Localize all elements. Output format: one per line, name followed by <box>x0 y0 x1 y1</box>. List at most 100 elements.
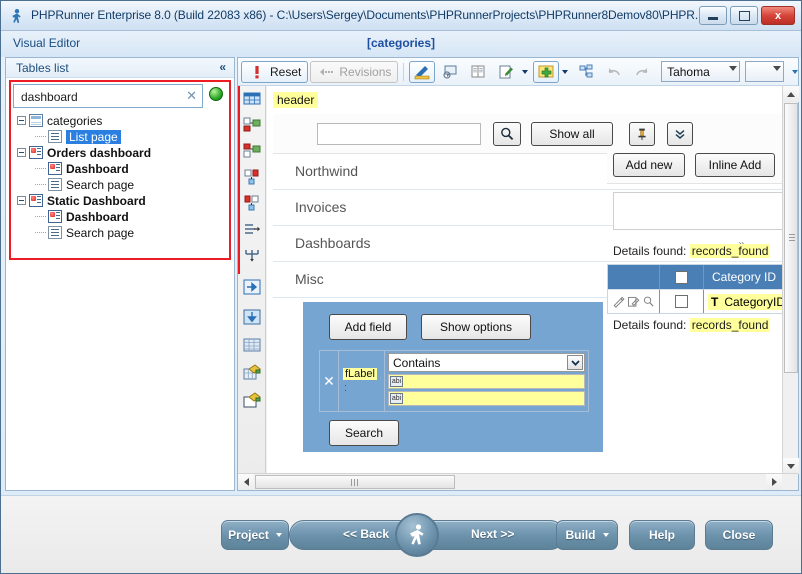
tree-item-list-page[interactable]: List page <box>17 128 227 144</box>
tables-filter-input[interactable] <box>19 86 183 108</box>
table-properties-icon[interactable] <box>243 336 261 354</box>
search-form-panel: Add field Show options ✕ fLabel : Contai… <box>303 302 603 452</box>
dashboard-icon <box>29 194 43 208</box>
back-button[interactable]: << Back <box>343 527 389 541</box>
expand-more-button[interactable] <box>667 122 693 146</box>
edit-dropdown-caret[interactable] <box>522 69 529 74</box>
field-type-indicator: T <box>711 294 719 309</box>
details-found-label-top: Details found: <box>613 244 687 258</box>
condition-select[interactable]: Contains <box>388 353 585 372</box>
font-size-caret[interactable] <box>773 66 781 71</box>
grid-header-category-id[interactable]: Category ID <box>704 265 786 289</box>
cell-color-icon[interactable] <box>243 364 261 382</box>
inline-add-button[interactable]: Inline Add <box>695 153 775 177</box>
insert-row-below-icon[interactable] <box>243 168 261 186</box>
tree-item-search-page[interactable]: Search page <box>17 176 227 192</box>
undo-button[interactable] <box>601 61 627 83</box>
tree-expander-icon[interactable] <box>17 116 26 126</box>
tree-item-dashboard[interactable]: Dashboard <box>17 160 227 176</box>
tables-list-panel: Tables list « ✕ categoriesList pageOrder… <box>5 57 235 491</box>
revisions-button[interactable]: Revisions <box>310 60 399 83</box>
insert-column-right-icon[interactable] <box>243 116 261 134</box>
show-options-button[interactable]: Show options <box>421 314 531 340</box>
close-button[interactable]: x <box>761 6 795 25</box>
style-editor-button[interactable] <box>409 60 436 83</box>
grid-layout-icon[interactable] <box>243 90 261 108</box>
horizontal-scroll-thumb[interactable] <box>255 475 455 489</box>
select-all-checkbox[interactable] <box>675 270 688 284</box>
tree-expander-icon[interactable] <box>17 148 26 158</box>
tree-item-static-dashboard[interactable]: Static Dashboard <box>17 192 227 208</box>
background-color-icon[interactable] <box>243 392 261 410</box>
move-right-icon[interactable] <box>243 278 261 296</box>
tree-item-dashboard[interactable]: Dashboard <box>17 208 227 224</box>
scroll-down-button[interactable] <box>783 458 799 474</box>
tree-expander-icon[interactable] <box>17 196 26 206</box>
vertical-scroll-thumb[interactable] <box>784 103 798 373</box>
show-all-button[interactable]: Show all <box>531 122 613 146</box>
font-name-select[interactable]: Tahoma <box>661 61 741 82</box>
move-down-icon[interactable] <box>243 308 261 326</box>
structure-button[interactable] <box>573 61 599 83</box>
details-found-top: Details found: records_found <box>613 244 771 258</box>
editor-vertical-scrollbar[interactable] <box>782 86 799 474</box>
collapse-panel-button[interactable]: « <box>219 60 226 74</box>
edit-button[interactable] <box>493 61 519 83</box>
global-search-input[interactable] <box>317 123 481 145</box>
search-value-input-2[interactable]: abi <box>388 391 585 406</box>
table-row[interactable]: T CategoryID <box>608 289 786 313</box>
font-name-caret[interactable] <box>729 66 738 71</box>
scroll-left-button[interactable] <box>238 474 254 490</box>
toolbar-overflow-caret[interactable] <box>792 69 798 74</box>
search-icon <box>501 127 514 141</box>
pin-button[interactable] <box>629 122 655 146</box>
add-field-button[interactable]: Add field <box>329 314 407 340</box>
view-icon[interactable] <box>642 295 655 308</box>
abi-icon: abi <box>390 393 403 404</box>
search-submit-button[interactable]: Search <box>329 420 399 446</box>
insert-column-left-icon[interactable] <box>243 142 261 160</box>
add-new-button[interactable]: Add new <box>613 153 685 177</box>
visual-editor-panel: Reset Revisions Tahoma header Show all N… <box>237 57 799 491</box>
redo-button[interactable] <box>629 61 655 83</box>
tooltip-button[interactable] <box>437 61 463 83</box>
merge-cells-icon[interactable] <box>243 220 261 238</box>
scroll-up-button[interactable] <box>783 86 799 102</box>
reset-button[interactable]: Reset <box>241 60 309 83</box>
add-button[interactable] <box>533 60 560 83</box>
search-value-input-1[interactable]: abi <box>388 374 585 389</box>
run-button[interactable] <box>395 513 439 557</box>
row-checkbox[interactable] <box>675 295 688 308</box>
project-button[interactable]: Project <box>221 520 289 550</box>
remove-field-button[interactable]: ✕ <box>320 351 339 411</box>
minimize-button[interactable] <box>699 6 727 25</box>
tree-item-search-page[interactable]: Search page <box>17 224 227 240</box>
tree-item-orders-dashboard[interactable]: Orders dashboard <box>17 144 227 160</box>
project-caret-icon <box>275 533 282 537</box>
tree-item-categories[interactable]: categories <box>17 112 227 128</box>
search-button[interactable] <box>493 122 521 146</box>
grid-cell-select[interactable] <box>660 289 704 313</box>
scroll-right-button[interactable] <box>766 474 782 490</box>
clear-filter-icon[interactable]: ✕ <box>186 88 197 104</box>
tables-tree: categories List page Orders dashboard Dashb… <box>17 112 227 240</box>
build-button[interactable]: Build <box>556 520 618 550</box>
copy-pages-button[interactable] <box>465 61 491 83</box>
tree-connector <box>35 215 46 218</box>
help-button[interactable]: Help <box>629 520 695 550</box>
condition-caret[interactable] <box>567 355 583 370</box>
inline-edit-icon[interactable] <box>627 295 640 308</box>
split-cells-icon[interactable] <box>243 246 261 264</box>
grid-header-select[interactable] <box>660 265 704 289</box>
close-wizard-button[interactable]: Close <box>705 520 773 550</box>
details-found-label-bottom: Details found: <box>613 318 687 332</box>
dashboard-icon <box>48 210 62 224</box>
add-dropdown-caret[interactable] <box>562 69 569 74</box>
maximize-button[interactable] <box>730 6 758 25</box>
insert-row-above-icon[interactable] <box>243 194 261 212</box>
editor-horizontal-scrollbar[interactable] <box>238 473 798 490</box>
tables-filter-box[interactable]: ✕ <box>13 84 203 108</box>
next-button[interactable]: Next >> <box>471 527 514 541</box>
font-size-select[interactable] <box>745 61 784 82</box>
edit-icon[interactable] <box>612 295 625 308</box>
